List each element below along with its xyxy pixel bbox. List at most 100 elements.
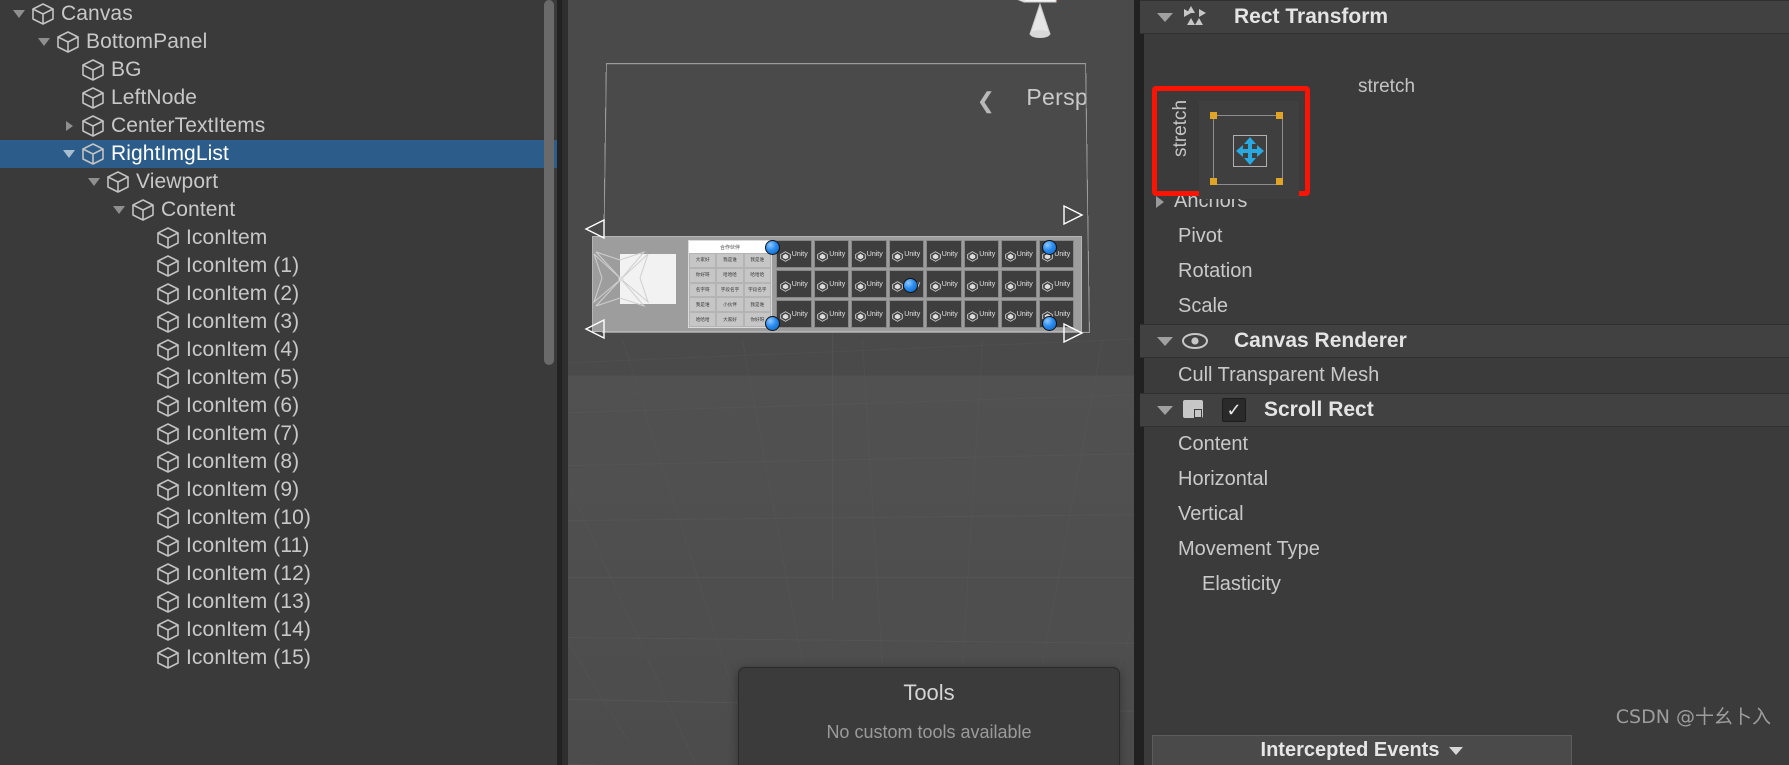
component-title: Scroll Rect [1264,398,1374,421]
icon-item-cell[interactable]: Unity [963,300,999,328]
component-header-canvas-renderer[interactable]: Canvas Renderer [1140,324,1789,358]
gameobject-cube-icon [155,365,181,391]
icon-item-cell[interactable]: Unity [1001,270,1037,298]
gameobject-cube-icon [155,393,181,419]
icon-item-cell[interactable]: Unity [813,240,849,268]
hierarchy-row-viewport[interactable]: Viewport [0,168,562,196]
icon-item-cell[interactable]: Unity [963,240,999,268]
inspector-panel[interactable]: Rect Transform stretch stretch Anchors P… [1140,0,1789,765]
hierarchy-row-leftnode[interactable]: LeftNode [0,84,562,112]
property-row-scale[interactable]: Scale [1140,289,1789,324]
hierarchy-row-iconitem-12[interactable]: IconItem (12) [0,560,562,588]
icon-item-cell[interactable]: Unity [1001,300,1037,328]
resize-handle-center[interactable] [903,278,918,293]
hierarchy-row-iconitem-3[interactable]: IconItem (3) [0,308,562,336]
icon-item-cell[interactable]: Unity [888,240,924,268]
rect-transform-anchor-block: stretch stretch [1140,34,1789,199]
hierarchy-scrollbar-thumb[interactable] [544,0,554,365]
hierarchy-row-iconitem[interactable]: IconItem [0,224,562,252]
icon-item-cell[interactable]: Unity [851,300,887,328]
property-row-movement-type[interactable]: Movement Type [1140,532,1789,567]
icon-item-cell[interactable]: Unity [1001,240,1037,268]
hierarchy-row-label: IconItem (7) [186,422,300,445]
icon-item-cell[interactable]: Unity [1038,270,1074,298]
icon-item-cell[interactable]: Unity [888,300,924,328]
hierarchy-scrollbar[interactable] [544,0,554,765]
hierarchy-row-iconitem-5[interactable]: IconItem (5) [0,364,562,392]
hierarchy-row-iconitem-10[interactable]: IconItem (10) [0,504,562,532]
chevron-down-icon[interactable] [1152,405,1178,415]
rect-pivot-gizmo[interactable] [586,244,656,314]
icon-item-cell[interactable]: Unity [963,270,999,298]
hierarchy-row-iconitem-8[interactable]: IconItem (8) [0,448,562,476]
property-row-horizontal[interactable]: Horizontal [1140,462,1789,497]
chevron-right-icon[interactable] [58,112,80,140]
resize-handle-top-right[interactable] [1042,240,1057,255]
property-row-cull-transparent-mesh[interactable]: Cull Transparent Mesh [1140,358,1789,393]
chevron-down-icon[interactable] [58,140,80,168]
hierarchy-row-iconitem-4[interactable]: IconItem (4) [0,336,562,364]
hierarchy-row-label: CenterTextItems [111,114,266,137]
resize-handle-top-left[interactable] [765,240,780,255]
hierarchy-panel[interactable]: Canvas BottomPanel BG LeftNode CenterTextIte… [0,0,562,765]
chevron-down-icon[interactable] [83,168,105,196]
gameobject-cube-icon [80,85,106,111]
right-img-list-icon-grid[interactable]: Unity Unity Unity Unity Unity Unity Unity Unity… [776,240,1074,328]
property-row-vertical[interactable]: Vertical [1140,497,1789,532]
icon-item-cell[interactable]: Unity [926,300,962,328]
icon-item-cell[interactable]: Unity [851,240,887,268]
icon-item-cell[interactable]: Unity [776,240,812,268]
resize-handle-bottom-left[interactable] [765,316,780,331]
chevron-down-icon[interactable] [108,196,130,224]
chevron-down-icon[interactable] [1152,336,1178,346]
rect-corner-arrow-top-right[interactable] [1062,204,1084,226]
hierarchy-row-iconitem-9[interactable]: IconItem (9) [0,476,562,504]
chevron-down-icon[interactable] [33,28,55,56]
hierarchy-row-iconitem-11[interactable]: IconItem (11) [0,532,562,560]
anchor-preset-widget[interactable] [1199,101,1299,199]
scene-view[interactable]: x ❮ Persp 合作伙伴 [562,0,1140,765]
icon-item-cell[interactable]: Unity [776,270,812,298]
icon-item-cell[interactable]: Unity [813,270,849,298]
hierarchy-row-iconitem-6[interactable]: IconItem (6) [0,392,562,420]
tools-overlay[interactable]: Tools No custom tools available [738,667,1120,765]
icon-item-cell[interactable]: Unity [776,300,812,328]
hierarchy-row-canvas[interactable]: Canvas [0,0,562,28]
hierarchy-row-iconitem-15[interactable]: IconItem (15) [0,644,562,672]
hierarchy-row-iconitem-7[interactable]: IconItem (7) [0,420,562,448]
orientation-gizmo[interactable]: x [982,0,1122,62]
property-row-elasticity[interactable]: Elasticity [1140,567,1789,602]
property-label: Pivot [1178,225,1223,247]
icon-item-cell[interactable]: Unity [813,300,849,328]
intercepted-events-dropdown[interactable]: Intercepted Events [1152,735,1572,765]
component-header-scroll-rect[interactable]: ✓ Scroll Rect [1140,393,1789,427]
chevron-down-icon[interactable] [8,0,30,28]
rect-corner-arrow-bottom-left[interactable] [584,318,606,340]
scene-left-divider[interactable] [562,0,568,765]
anchor-preset-highlight-box[interactable]: stretch [1152,86,1310,199]
hierarchy-tree[interactable]: Canvas BottomPanel BG LeftNode CenterTextIte… [0,0,562,672]
icon-item-cell[interactable]: Unity [926,240,962,268]
property-row-rotation[interactable]: Rotation [1140,254,1789,289]
hierarchy-row-centertextitems[interactable]: CenterTextItems [0,112,562,140]
rect-corner-arrow-bottom-right[interactable] [1062,322,1084,344]
hierarchy-row-iconitem-14[interactable]: IconItem (14) [0,616,562,644]
hierarchy-row-iconitem-2[interactable]: IconItem (2) [0,280,562,308]
property-row-content[interactable]: Content [1140,427,1789,462]
chevron-down-icon[interactable] [1152,12,1178,22]
hierarchy-row-rightimglist[interactable]: RightImgList [0,140,562,168]
icon-item-cell[interactable]: Unity [851,270,887,298]
component-header-rect-transform[interactable]: Rect Transform [1140,0,1789,34]
hierarchy-row-iconitem-13[interactable]: IconItem (13) [0,588,562,616]
scroll-rect-enabled-checkbox[interactable]: ✓ [1222,398,1246,422]
hierarchy-row-bottompanel[interactable]: BottomPanel [0,28,562,56]
rect-corner-arrow-top-left[interactable] [584,218,606,240]
selected-ui-panel-preview[interactable]: 合作伙伴 大家好 我是谁 我是谁 你好呀 哈哈哈 哈哈哈 名字呀 字段名字 字段名字 我是谁 小伙伴… [592,236,1082,332]
hierarchy-row-iconitem-1[interactable]: IconItem (1) [0,252,562,280]
hierarchy-row-bg[interactable]: BG [0,56,562,84]
icon-item-cell[interactable]: Unity [926,270,962,298]
chevron-right-icon[interactable] [1156,195,1164,208]
property-row-pivot[interactable]: Pivot [1140,219,1789,254]
resize-handle-bottom-right[interactable] [1042,316,1057,331]
hierarchy-row-content[interactable]: Content [0,196,562,224]
